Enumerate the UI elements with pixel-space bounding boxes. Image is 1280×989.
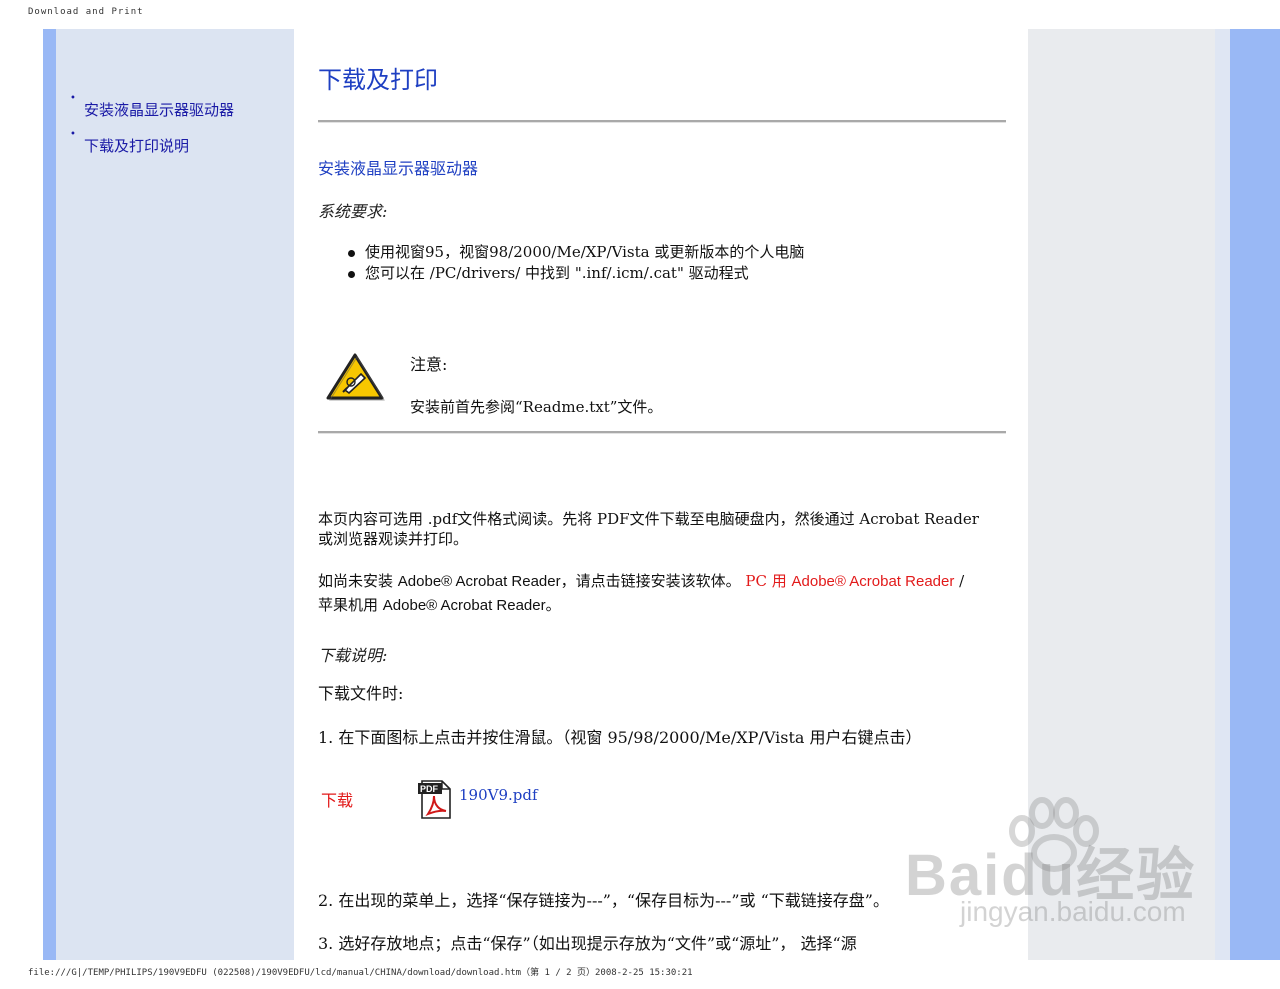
pdf-info-paragraph: 本页内容可选用 .pdf文件格式阅读。先将 PDF文件下载至电脑硬盘内，然後通过…	[318, 510, 979, 548]
mac-reader-link[interactable]: 苹果机用 Adobe® Acrobat Reader。	[318, 595, 561, 616]
bullet-dot-icon	[348, 270, 355, 278]
right-gutter-light	[1215, 29, 1230, 960]
divider	[318, 431, 1006, 434]
link-separator: /	[954, 572, 965, 590]
download-file-label: 下载文件时:	[318, 684, 404, 703]
watermark-url: jingyan.baidu.com	[960, 896, 1186, 927]
step-1-text: 1. 在下面图标上点击并按住滑鼠。（视窗 95/98/2000/Me/XP/Vi…	[318, 728, 922, 747]
requirement-item: 您可以在 /PC/drivers/ 中找到 ".inf/.icm/.cat" 驱…	[348, 262, 749, 283]
pc-reader-link[interactable]: PC 用 Adobe® Acrobat Reader	[745, 572, 954, 590]
step-3-text: 3. 选好存放地点；点击“保存”（如出现提示存放为“文件”或“源址”， 选择“源	[318, 934, 857, 953]
pdf-file-icon[interactable]: PDF	[416, 778, 454, 820]
install-reader-suffix: ，请点击链接安装该软体。	[560, 572, 741, 590]
bullet-icon: •	[70, 93, 76, 104]
page-title: 下载及打印	[318, 66, 438, 94]
bullet-icon: •	[70, 129, 76, 140]
requirement-item: 使用视窗95，视窗98/2000/Me/XP/Vista 或更新版本的个人电脑	[348, 241, 804, 262]
sidebar-item-label[interactable]: 安装液晶显示器驱动器	[84, 99, 234, 120]
requirement-text: 使用视窗95，视窗98/2000/Me/XP/Vista 或更新版本的个人电脑	[365, 243, 805, 261]
divider	[318, 120, 1006, 123]
requirement-text: 您可以在 /PC/drivers/ 中找到 ".inf/.icm/.cat" 驱…	[365, 264, 749, 282]
left-accent-stripe	[43, 29, 56, 960]
install-reader-prefix: 如尚未安装	[318, 572, 398, 590]
step-2-text: 2. 在出现的菜单上，选择“保存链接为---”，“保存目标为---”或 “下载链…	[318, 891, 889, 910]
sidebar-item-label[interactable]: 下载及打印说明	[84, 135, 189, 156]
note-label: 注意:	[410, 355, 448, 374]
print-footer: file:///G|/TEMP/PHILIPS/190V9EDFU (02250…	[28, 968, 693, 978]
bullet-dot-icon	[348, 249, 355, 257]
svg-text:PDF: PDF	[420, 784, 439, 794]
install-reader-product: Adobe® Acrobat Reader	[397, 573, 561, 590]
download-instructions-label: 下载说明:	[318, 646, 388, 665]
pdf-download-link[interactable]: 190V9.pdf	[459, 786, 538, 804]
install-reader-paragraph: 如尚未安装 Adobe® Acrobat Reader，请点击链接安装该软体。 …	[318, 571, 998, 592]
warning-triangle-icon	[326, 353, 385, 401]
install-driver-heading: 安装液晶显示器驱动器	[318, 159, 479, 178]
note-text: 安装前首先参阅“Readme.txt”文件。	[410, 398, 663, 416]
right-accent-stripe	[1230, 29, 1280, 960]
requirements-label: 系统要求:	[318, 202, 388, 221]
download-label: 下载	[321, 791, 354, 810]
print-header: Download and Print	[28, 7, 144, 17]
sidebar	[56, 29, 294, 960]
